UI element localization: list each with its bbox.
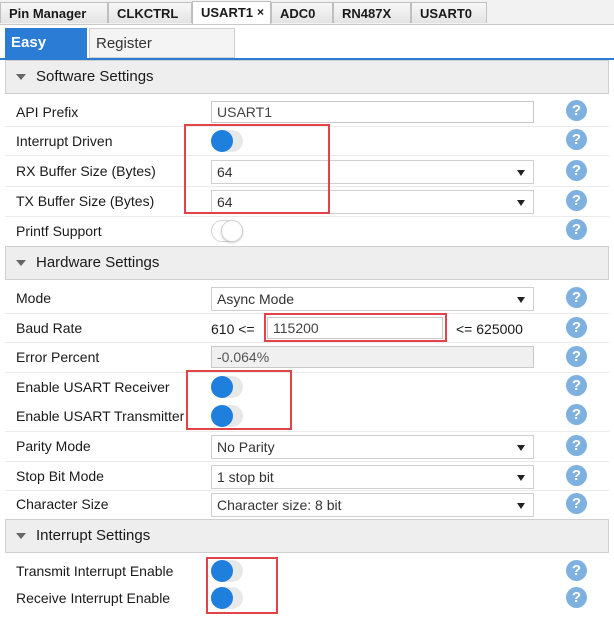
section-software-settings[interactable]: Software Settings: [5, 60, 609, 94]
section-title: Software Settings: [36, 68, 154, 85]
transmit-interrupt-label: Transmit Interrupt Enable: [16, 563, 174, 579]
row-divider: [5, 490, 609, 491]
dropdown-arrow-icon: [517, 200, 525, 206]
tx-buffer-label: TX Buffer Size (Bytes): [16, 193, 155, 209]
section-interrupt-settings[interactable]: Interrupt Settings: [5, 519, 609, 553]
help-icon[interactable]: ?: [566, 160, 587, 181]
close-icon[interactable]: ×: [257, 2, 264, 23]
parity-mode-label: Parity Mode: [16, 438, 91, 454]
mode-select[interactable]: Async Mode: [211, 287, 534, 311]
help-icon[interactable]: ?: [566, 435, 587, 456]
tab-adc0[interactable]: ADC0: [271, 2, 333, 23]
tab-clkctrl[interactable]: CLKCTRL: [108, 2, 192, 23]
dropdown-arrow-icon: [517, 170, 525, 176]
help-icon[interactable]: ?: [566, 100, 587, 121]
dropdown-arrow-icon: [517, 503, 525, 509]
row-divider: [5, 372, 609, 373]
help-icon[interactable]: ?: [566, 219, 587, 240]
help-icon[interactable]: ?: [566, 493, 587, 514]
section-title: Interrupt Settings: [36, 527, 151, 544]
highlight-box: [186, 370, 292, 430]
rx-buffer-label: RX Buffer Size (Bytes): [16, 163, 156, 179]
row-divider: [5, 216, 609, 217]
api-prefix-input[interactable]: USART1: [211, 101, 534, 123]
dropdown-arrow-icon: [517, 445, 525, 451]
section-hardware-settings[interactable]: Hardware Settings: [5, 246, 609, 280]
interrupt-driven-label: Interrupt Driven: [16, 133, 113, 149]
stop-bit-select[interactable]: 1 stop bit: [211, 465, 534, 489]
select-value: No Parity: [217, 439, 275, 455]
dropdown-arrow-icon: [517, 297, 525, 303]
tab-pin-manager[interactable]: Pin Manager: [0, 2, 108, 23]
tab-label: Pin Manager: [9, 6, 87, 21]
printf-support-label: Printf Support: [16, 223, 102, 239]
row-divider: [5, 461, 609, 462]
parity-mode-select[interactable]: No Parity: [211, 435, 534, 459]
mode-label: Mode: [16, 290, 52, 306]
error-percent-label: Error Percent: [16, 349, 100, 365]
select-value: Character size: 8 bit: [217, 497, 342, 513]
usart-transmitter-label: Enable USART Transmitter: [16, 408, 185, 424]
help-icon[interactable]: ?: [566, 587, 587, 608]
tab-easy-view[interactable]: Easy View: [5, 28, 87, 81]
tab-label: CLKCTRL: [117, 6, 179, 21]
character-size-label: Character Size: [16, 496, 109, 512]
tab-register-initialization[interactable]: Register Initialization: [89, 28, 235, 82]
help-icon[interactable]: ?: [566, 129, 587, 150]
baud-rate-label: Baud Rate: [16, 320, 83, 336]
tab-usart1[interactable]: USART1 ×: [192, 1, 271, 24]
row-divider: [5, 431, 609, 432]
help-icon[interactable]: ?: [566, 375, 587, 396]
highlight-box: [184, 124, 330, 214]
usart-receiver-label: Enable USART Receiver: [16, 379, 170, 395]
tab-label: RN487X: [342, 6, 392, 21]
tab-rn487x[interactable]: RN487X: [333, 2, 411, 23]
row-divider: [5, 342, 609, 343]
editor-tab-bar: Pin Manager CLKCTRL USART1 × ADC0 RN487X …: [0, 0, 614, 25]
api-prefix-label: API Prefix: [16, 104, 79, 120]
collapse-triangle-icon: [16, 74, 26, 80]
help-icon[interactable]: ?: [566, 287, 587, 308]
dropdown-arrow-icon: [517, 475, 525, 481]
tab-label: USART0: [420, 6, 473, 21]
tab-label: USART1: [201, 5, 254, 20]
printf-support-toggle[interactable]: [211, 220, 243, 242]
tab-usart0[interactable]: USART0: [411, 2, 487, 23]
help-icon[interactable]: ?: [566, 465, 587, 486]
collapse-triangle-icon: [16, 533, 26, 539]
help-icon[interactable]: ?: [566, 560, 587, 581]
error-percent-field: -0.064%: [211, 346, 534, 368]
help-icon[interactable]: ?: [566, 190, 587, 211]
collapse-triangle-icon: [16, 260, 26, 266]
receive-interrupt-label: Receive Interrupt Enable: [16, 590, 171, 606]
stop-bit-label: Stop Bit Mode: [16, 468, 104, 484]
highlight-box: [206, 557, 278, 614]
baud-min-text: 610 <=: [211, 321, 255, 337]
character-size-select[interactable]: Character size: 8 bit: [211, 493, 534, 517]
select-value: 1 stop bit: [217, 469, 274, 485]
tab-label: ADC0: [280, 6, 316, 21]
help-icon[interactable]: ?: [566, 346, 587, 367]
select-value: Async Mode: [217, 291, 295, 307]
baud-max-text: <= 625000: [456, 321, 523, 337]
help-icon[interactable]: ?: [566, 317, 587, 338]
highlight-box: [264, 313, 447, 342]
help-icon[interactable]: ?: [566, 404, 587, 425]
section-title: Hardware Settings: [36, 254, 160, 271]
